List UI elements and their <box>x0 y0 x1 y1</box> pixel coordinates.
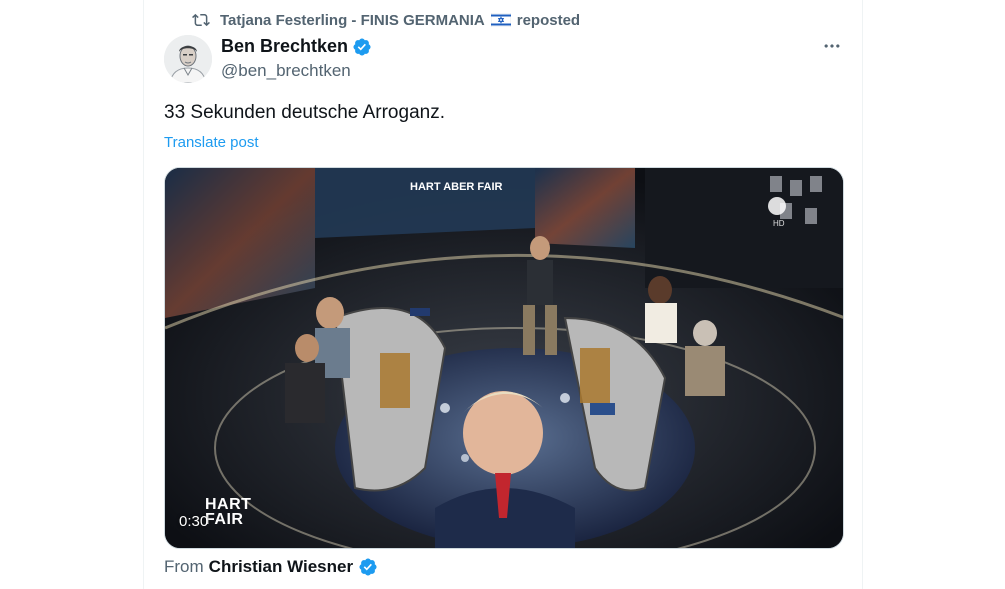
more-dots-icon <box>824 44 840 48</box>
tweet-text: 33 Sekunden deutsche Arroganz. <box>164 102 445 123</box>
repost-indicator[interactable]: Tatjana Festerling - FINIS GERMANIA repo… <box>192 10 580 30</box>
source-name[interactable]: Christian Wiesner <box>209 557 353 577</box>
reposter-name[interactable]: Tatjana Festerling - FINIS GERMANIA <box>220 12 485 29</box>
video-duration: 0:30 <box>179 513 209 530</box>
video-player[interactable]: HART ABER FAIR HD HART FAIR 0:30 <box>164 167 844 549</box>
source-label: From <box>164 557 204 576</box>
tweet-column: Tatjana Festerling - FINIS GERMANIA repo… <box>143 0 863 589</box>
video-frame: HART ABER FAIR HD <box>165 168 843 548</box>
source-attribution[interactable]: From Christian Wiesner <box>164 557 378 577</box>
israel-flag-icon <box>490 12 511 28</box>
repost-suffix: reposted <box>516 11 581 29</box>
repost-icon <box>192 11 210 29</box>
more-options-button[interactable] <box>816 34 848 58</box>
verified-badge-icon[interactable] <box>358 557 378 577</box>
channel-badge: HD <box>773 219 785 228</box>
author-name-row[interactable]: Ben Brechtken <box>221 36 372 57</box>
avatar[interactable] <box>164 35 212 83</box>
studio-logo: HART ABER FAIR <box>410 181 503 193</box>
translate-post-link[interactable]: Translate post <box>164 134 259 151</box>
author-display-name[interactable]: Ben Brechtken <box>221 36 348 57</box>
author-handle[interactable]: @ben_brechtken <box>221 61 351 81</box>
show-watermark: HART FAIR <box>205 496 252 528</box>
verified-badge-icon[interactable] <box>352 37 372 57</box>
